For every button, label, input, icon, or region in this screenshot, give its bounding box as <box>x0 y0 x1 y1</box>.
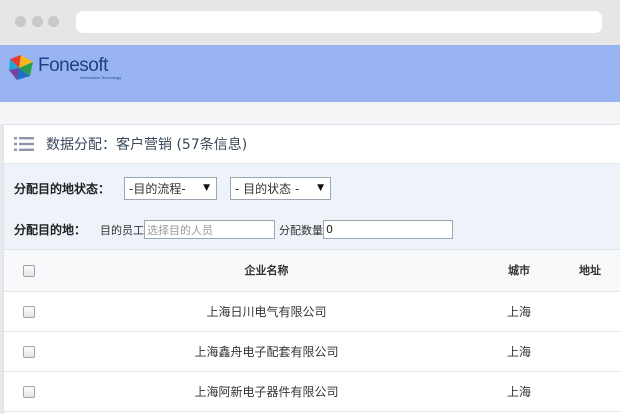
dropdown-arrow-icon: ▼ <box>317 183 325 193</box>
status-label: 分配目的地状态： <box>14 182 111 196</box>
state-select[interactable]: - 目的状态 - ▼ <box>230 177 332 200</box>
select-all-checkbox[interactable] <box>23 264 35 277</box>
filter-area: 分配目的地状态： -目的流程- ▼ - 目的状态 - ▼ 分配目的地： 目的员工… <box>4 164 620 250</box>
logo[interactable]: Fonesoft Information Technology <box>6 53 121 83</box>
select-all-cell <box>4 250 54 292</box>
window-close-dot[interactable] <box>15 16 26 27</box>
address-bar[interactable] <box>76 11 602 33</box>
flow-select[interactable]: -目的流程- ▼ <box>124 177 218 200</box>
row-checkbox[interactable] <box>23 305 35 318</box>
page-title: 数据分配：客户营销 (57条信息) <box>46 137 248 153</box>
company-cell: 上海日川电气有限公司 <box>54 291 479 332</box>
content-panel: 数据分配：客户营销 (57条信息) 分配目的地状态： -目的流程- ▼ - 目的… <box>3 124 620 414</box>
browser-chrome <box>0 0 620 45</box>
column-header-company[interactable]: 企业名称 <box>54 250 479 292</box>
city-cell: 上海 <box>479 331 559 372</box>
dropdown-arrow-icon: ▼ <box>203 183 211 193</box>
logo-name: Fonesoft <box>38 55 108 76</box>
company-table: 企业名称 城市 地址 上海日川电气有限公司 上海 上海鑫舟电子配套有限公司 上海… <box>4 250 620 412</box>
flow-select-value: -目的流程- <box>129 182 186 196</box>
table-row[interactable]: 上海阿新电子器件有限公司 上海 <box>4 371 620 412</box>
panel-title-bar: 数据分配：客户营销 (57条信息) <box>4 125 620 164</box>
window-minimize-dot[interactable] <box>32 16 43 27</box>
header-gap <box>0 102 620 124</box>
row-checkbox[interactable] <box>23 385 35 398</box>
company-cell: 上海鑫舟电子配套有限公司 <box>54 331 479 372</box>
company-cell: 上海阿新电子器件有限公司 <box>54 371 479 412</box>
table-row[interactable]: 上海鑫舟电子配套有限公司 上海 <box>4 331 620 372</box>
address-cell <box>559 331 620 372</box>
logo-tagline: Information Technology <box>80 75 122 80</box>
column-header-city[interactable]: 城市 <box>479 250 559 292</box>
count-label: 分配数量 <box>279 223 324 237</box>
row-checkbox[interactable] <box>23 345 35 358</box>
destination-label: 分配目的地： <box>14 223 87 237</box>
address-cell <box>559 291 620 332</box>
count-input[interactable]: 0 <box>323 220 454 239</box>
list-icon <box>14 137 34 151</box>
staff-label: 目的员工 <box>100 223 145 237</box>
table-header-row: 企业名称 城市 地址 <box>4 250 620 292</box>
column-header-address[interactable]: 地址 <box>559 250 620 292</box>
address-cell <box>559 371 620 412</box>
table-row[interactable]: 上海日川电气有限公司 上海 <box>4 291 620 332</box>
staff-input[interactable]: 选择目的人员 <box>144 220 276 239</box>
state-select-value: - 目的状态 - <box>235 182 300 196</box>
app-header: Fonesoft Information Technology <box>0 45 620 102</box>
city-cell: 上海 <box>479 371 559 412</box>
logo-mark-icon <box>9 55 33 80</box>
window-maximize-dot[interactable] <box>48 16 59 27</box>
city-cell: 上海 <box>479 291 559 332</box>
